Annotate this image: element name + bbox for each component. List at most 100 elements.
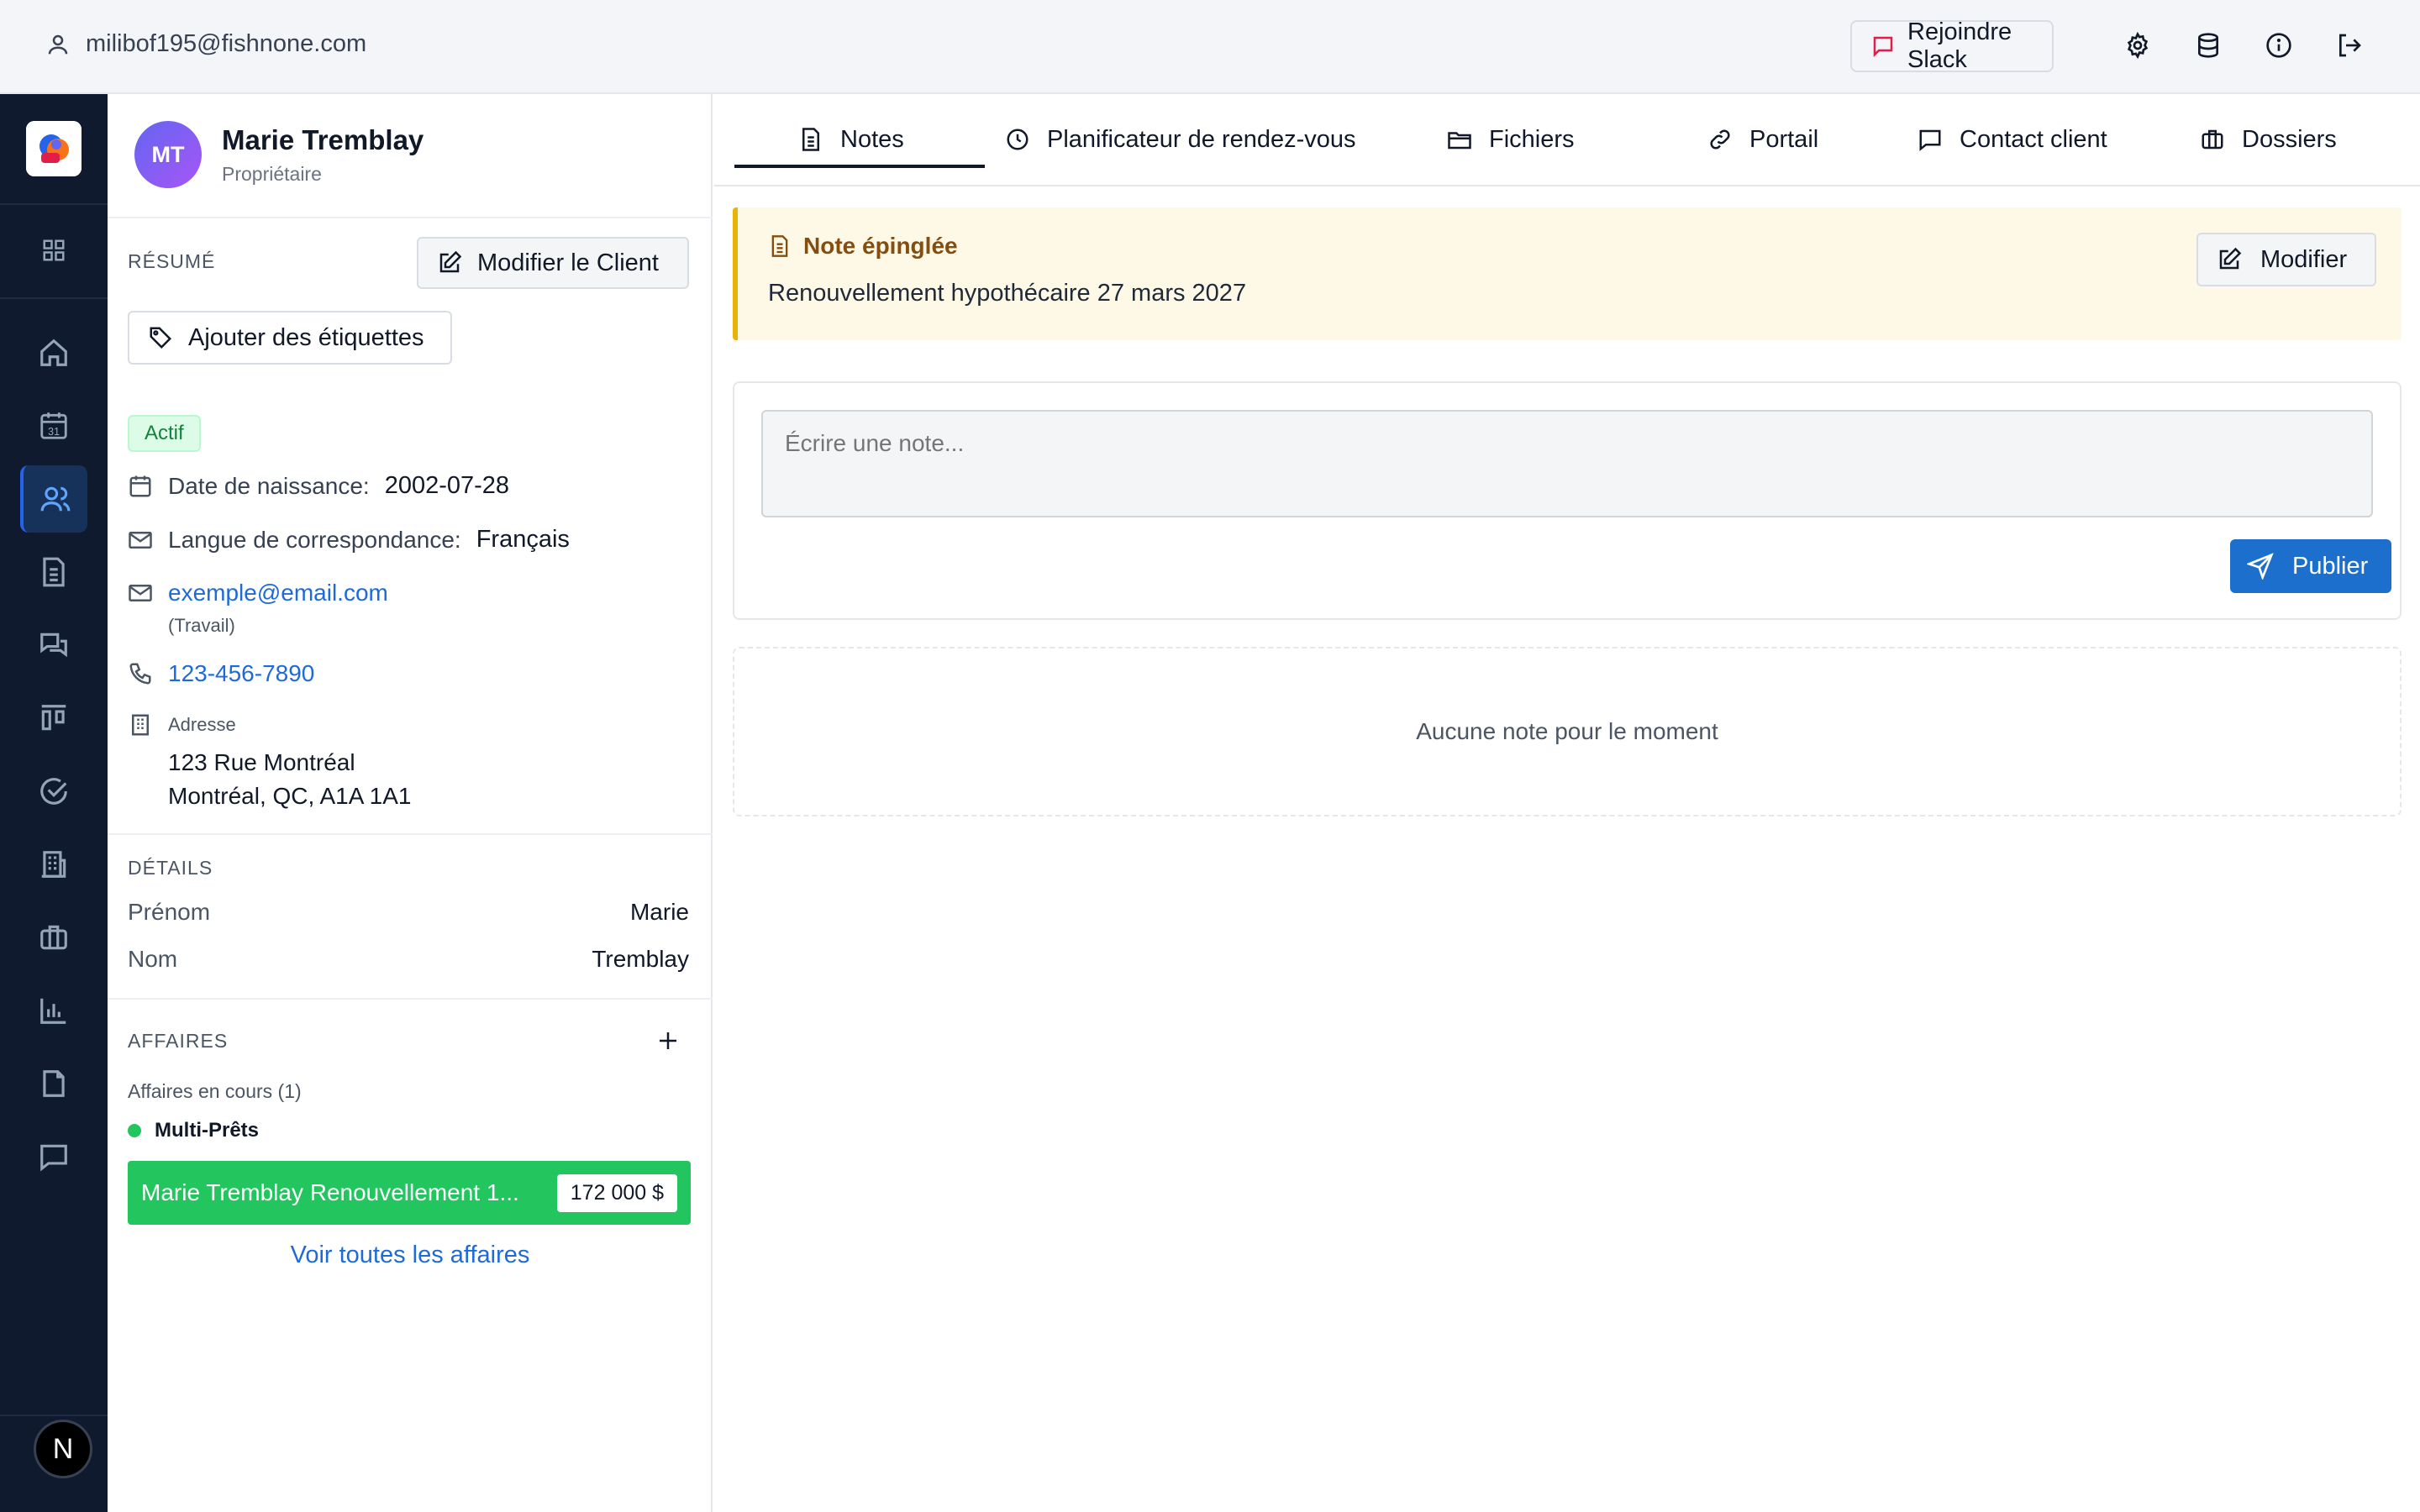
client-role: Propriétaire [222, 163, 322, 185]
building-icon[interactable] [20, 831, 87, 898]
address-line-1: 123 Rue Montréal [168, 749, 355, 775]
chat-icon [1918, 127, 1943, 152]
logout-icon[interactable] [2333, 29, 2366, 62]
file-icon[interactable] [20, 1050, 87, 1117]
last-name-row: Nom Tremblay [128, 946, 689, 973]
language-row: Langue de correspondance: Français [128, 526, 570, 554]
tab-bar: Notes Planificateur de rendez-vous Fichi… [714, 94, 2420, 186]
view-all-deals-link[interactable]: Voir toutes les affaires [108, 1242, 713, 1269]
main-content: Notes Planificateur de rendez-vous Fichi… [714, 94, 2420, 1512]
apps-grid-icon[interactable] [20, 217, 87, 284]
framework-badge[interactable]: N [34, 1420, 92, 1478]
app-logo[interactable] [26, 121, 82, 176]
user-info: milibof195@fishnone.com [45, 30, 366, 58]
group-status-dot [128, 1124, 141, 1137]
edit-client-button[interactable]: Modifier le Client [417, 237, 689, 289]
divider [108, 998, 713, 1000]
tab-portal[interactable]: Portail [1707, 121, 1818, 158]
summary-heading: Résumé [128, 250, 216, 272]
pinned-note-text: Renouvellement hypothécaire 27 mars 2027 [768, 280, 1247, 307]
rail-divider [0, 297, 108, 299]
edit-pinned-button[interactable]: Modifier [2196, 233, 2376, 286]
briefcase-icon[interactable] [20, 904, 87, 971]
users-icon[interactable] [20, 465, 87, 533]
folder-icon [1447, 127, 1472, 152]
last-name-label: Nom [128, 946, 178, 972]
calendar-day: 31 [48, 426, 60, 438]
tab-dossiers[interactable]: Dossiers [2200, 121, 2337, 158]
deal-title: Marie Tremblay Renouvellement 1... [141, 1179, 519, 1205]
join-slack-label: Rejoindre Slack [1907, 18, 2012, 73]
user-icon [45, 32, 71, 57]
deal-card[interactable]: Marie Tremblay Renouvellement 1... 172 0… [128, 1161, 691, 1225]
database-icon[interactable] [2191, 29, 2225, 62]
add-tags-label: Ajouter des étiquettes [188, 323, 424, 351]
phone-link[interactable]: 123-456-7890 [168, 660, 314, 687]
address-label: Adresse [168, 714, 236, 735]
publish-label: Publier [2292, 552, 2369, 580]
email-row: exemple@email.com [128, 580, 388, 606]
nav-rail: 31 [0, 94, 108, 1512]
edit-icon [2217, 247, 2242, 272]
details-heading: Détails [128, 857, 213, 879]
tab-label: Portail [1749, 125, 1819, 153]
note-input[interactable] [761, 410, 2373, 517]
kanban-icon[interactable] [20, 685, 87, 752]
bar-chart-icon[interactable] [20, 977, 87, 1044]
deal-group-name: Multi-Prêts [155, 1119, 260, 1142]
settings-icon[interactable] [2121, 29, 2154, 62]
edit-client-label: Modifier le Client [477, 249, 659, 276]
slack-chat-icon [1870, 34, 1896, 59]
divider [108, 217, 713, 218]
deal-amount: 172 000 $ [556, 1173, 677, 1212]
language-value: Français [476, 526, 570, 553]
document-icon[interactable] [20, 538, 87, 606]
pinned-note: Note épinglée Renouvellement hypothécair… [733, 207, 2402, 340]
language-label: Langue de correspondance: [168, 526, 461, 553]
tab-label: Fichiers [1489, 125, 1575, 153]
notes-empty-state: Aucune note pour le moment [733, 647, 2402, 816]
divider [108, 833, 713, 835]
building-small-icon [128, 712, 153, 738]
note-icon [768, 234, 792, 258]
edit-pinned-label: Modifier [2260, 245, 2348, 273]
birth-date-value: 2002-07-28 [384, 472, 510, 499]
check-circle-icon[interactable] [20, 758, 87, 825]
home-icon[interactable] [20, 319, 87, 386]
add-deal-icon[interactable] [655, 1028, 681, 1053]
email-type: (Travail) [168, 615, 235, 636]
deals-in-progress: Affaires en cours (1) [128, 1080, 302, 1102]
first-name-row: Prénom Marie [128, 899, 689, 926]
first-name-value: Marie [629, 899, 689, 925]
birth-date-label: Date de naissance: [168, 472, 370, 499]
join-slack-button[interactable]: Rejoindre Slack [1850, 18, 2054, 73]
info-icon[interactable] [2262, 29, 2296, 62]
message-icon[interactable] [20, 1123, 87, 1190]
client-name: Marie Tremblay [222, 124, 424, 155]
tab-notes[interactable]: Notes [798, 121, 904, 158]
mail-icon [128, 580, 153, 606]
rail-divider [0, 1415, 108, 1416]
pinned-title-text: Note épinglée [803, 233, 958, 259]
deal-group: Multi-Prêts [128, 1119, 259, 1142]
tab-contact-client[interactable]: Contact client [1918, 121, 2107, 158]
birth-date-row: Date de naissance: 2002-07-28 [128, 472, 509, 500]
tab-scheduler[interactable]: Planificateur de rendez-vous [1005, 121, 1356, 158]
address-line-2: Montréal, QC, A1A 1A1 [168, 783, 412, 809]
tab-files[interactable]: Fichiers [1447, 121, 1575, 158]
phone-icon [128, 661, 153, 686]
deals-heading: Affaires [128, 1030, 229, 1052]
calendar-icon[interactable]: 31 [20, 392, 87, 459]
briefcase-icon [2200, 127, 2225, 152]
address-row [128, 712, 153, 738]
note-composer: Publier [733, 381, 2402, 620]
add-tags-button[interactable]: Ajouter des étiquettes [128, 311, 452, 365]
status-badge: Actif [128, 415, 201, 452]
first-name-label: Prénom [128, 899, 211, 925]
calendar-small-icon [128, 474, 153, 499]
tab-label: Contact client [1960, 125, 2107, 153]
email-link[interactable]: exemple@email.com [168, 580, 388, 606]
mail-icon [128, 528, 153, 553]
chat-icon[interactable] [20, 612, 87, 679]
publish-button[interactable]: Publier [2230, 539, 2391, 593]
